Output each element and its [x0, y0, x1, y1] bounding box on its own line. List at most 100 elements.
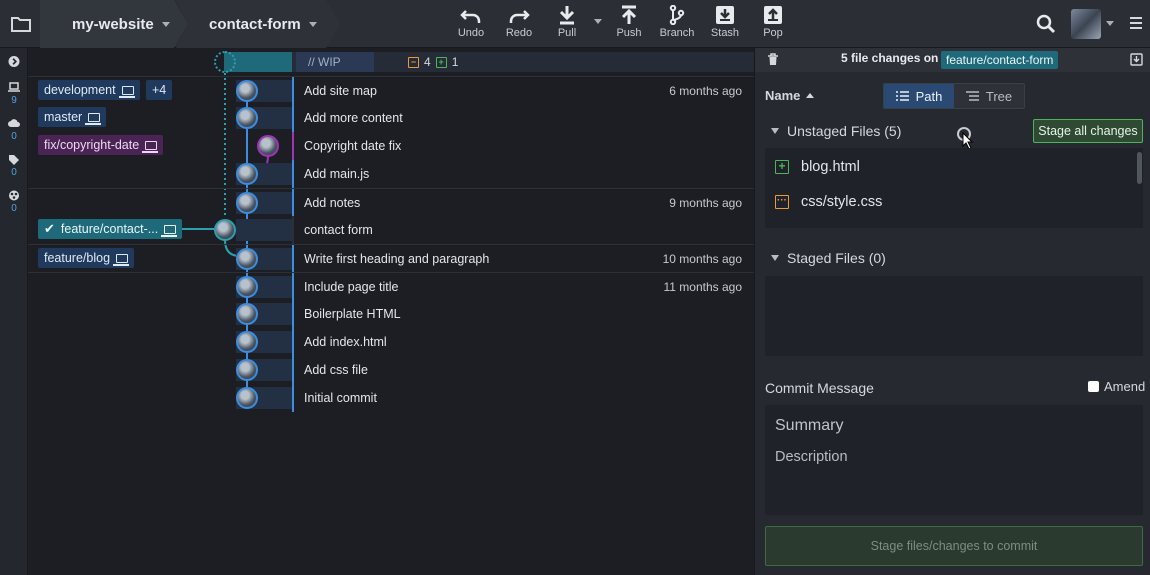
branch-label-master[interactable]: master — [38, 107, 107, 127]
commit-avatar[interactable] — [236, 248, 258, 270]
tags-button[interactable]: 0 — [0, 154, 28, 178]
undo-icon — [460, 10, 481, 23]
left-rail: 9 0 0 0 — [0, 48, 28, 575]
sort-ascending-icon — [806, 93, 815, 98]
branch-label-copyright-date[interactable]: fix/copyright-date — [38, 135, 164, 155]
commit-button[interactable]: Stage files/changes to commit — [765, 526, 1143, 566]
wip-row[interactable]: // WIP − 4 + 1 — [28, 48, 754, 76]
remotes-button[interactable]: 0 — [0, 118, 28, 142]
commit-time: 10 months ago — [662, 252, 742, 266]
push-label: Push — [616, 27, 642, 39]
trash-icon[interactable] — [767, 53, 779, 66]
amend-checkbox[interactable]: Amend — [1088, 379, 1145, 394]
description-input[interactable]: Description — [775, 449, 848, 465]
commit-message-text: Add site map — [304, 84, 377, 98]
commit-message: Add site map 6 months ago — [292, 77, 754, 105]
user-avatar[interactable] — [1071, 9, 1101, 39]
list-item[interactable]: + blog.html — [775, 152, 860, 182]
search-icon[interactable] — [1036, 14, 1056, 34]
file-name: blog.html — [801, 159, 860, 175]
undo-button[interactable]: Undo — [446, 5, 496, 45]
wip-node[interactable] — [214, 51, 236, 73]
staged-section-header[interactable]: Staged Files (0) — [771, 250, 886, 266]
commit-message: contact form — [292, 216, 754, 244]
commit-message-text: Add main.js — [304, 167, 370, 181]
download-icon[interactable] — [1130, 53, 1143, 66]
pull-button[interactable]: Pull — [542, 5, 592, 45]
table-row[interactable]: Include page title 11 months ago — [28, 272, 754, 301]
branch-icon — [669, 5, 685, 25]
sort-by-name[interactable]: Name — [765, 88, 815, 103]
pull-label: Pull — [557, 27, 577, 39]
table-row[interactable]: Add main.js — [28, 160, 754, 188]
expand-panel-button[interactable] — [0, 56, 28, 69]
commit-message: Initial commit — [292, 384, 754, 412]
commit-avatar[interactable] — [236, 276, 258, 298]
commit-avatar[interactable] — [236, 359, 258, 381]
more-branches-badge[interactable]: +4 — [146, 80, 173, 100]
list-item[interactable]: ··· css/style.css — [775, 187, 882, 217]
table-row[interactable]: Add index.html — [28, 328, 754, 356]
summary-input[interactable]: Summary — [775, 417, 843, 435]
pop-button[interactable]: Pop — [748, 5, 798, 45]
laptop-icon — [118, 85, 135, 98]
amend-label: Amend — [1104, 379, 1146, 394]
view-toggle: Path Tree — [883, 83, 1025, 109]
submodules-button[interactable]: 0 — [0, 190, 28, 214]
path-view-button[interactable]: Path — [884, 84, 954, 108]
commit-message-text: Add index.html — [304, 335, 387, 349]
commit-avatar[interactable] — [236, 387, 258, 409]
commit-avatar[interactable] — [236, 192, 258, 214]
table-row[interactable]: master Add more content — [28, 104, 754, 132]
table-row[interactable]: development +4 Add site map 6 months ago — [28, 76, 754, 105]
table-row[interactable]: Initial commit — [28, 384, 754, 412]
commit-avatar[interactable] — [236, 303, 258, 325]
branch-label-development[interactable]: development — [38, 80, 140, 100]
branch-button[interactable]: Branch — [652, 5, 702, 45]
chevron-down-icon[interactable] — [1106, 21, 1114, 26]
stage-all-button[interactable]: Stage all changes — [1033, 119, 1143, 143]
pop-icon — [764, 6, 782, 24]
modified-icon: − — [408, 56, 419, 68]
push-button[interactable]: Push — [604, 5, 654, 45]
commit-graph: // WIP − 4 + 1 development +4 Add site m… — [28, 48, 754, 575]
commit-avatar[interactable] — [236, 331, 258, 353]
repo-selector[interactable]: my-website — [72, 0, 170, 48]
table-row[interactable]: fix/copyright-date Copyright date fix — [28, 132, 754, 160]
commit-avatar[interactable] — [236, 107, 258, 129]
branch-selector[interactable]: contact-form — [209, 0, 317, 48]
commit-avatar[interactable] — [257, 135, 279, 157]
stash-icon — [716, 6, 734, 24]
table-row[interactable]: Boilerplate HTML — [28, 300, 754, 328]
tree-view-button[interactable]: Tree — [954, 84, 1024, 108]
commit-message: Add index.html — [292, 328, 754, 356]
tags-count: 0 — [11, 167, 17, 178]
modified-file-icon: ··· — [775, 195, 789, 209]
redo-label: Redo — [505, 27, 533, 39]
commit-avatar[interactable] — [236, 80, 258, 102]
sort-label: Name — [765, 88, 801, 103]
branch-label-text: master — [44, 110, 83, 124]
commit-avatar[interactable] — [236, 163, 258, 185]
checkbox[interactable] — [1088, 381, 1099, 392]
unstaged-files-list: + blog.html ··· css/style.css — [765, 148, 1143, 228]
panel-header: 5 file changes on feature/contact-form — [755, 48, 1150, 72]
redo-button[interactable]: Redo — [494, 5, 544, 45]
table-row[interactable]: feature/blog Write first heading and par… — [28, 244, 754, 273]
commit-message-text: Copyright date fix — [304, 139, 402, 153]
menu-icon[interactable] — [1130, 17, 1142, 29]
branch-label-blog[interactable]: feature/blog — [38, 248, 135, 268]
unstaged-section-header[interactable]: Unstaged Files (5) — [771, 123, 901, 139]
table-row[interactable]: Add css file — [28, 356, 754, 384]
table-row[interactable]: Add notes 9 months ago — [28, 188, 754, 217]
pull-options-chevron-icon[interactable] — [594, 19, 602, 24]
table-row[interactable]: ✔ feature/contact-... contact form — [28, 216, 754, 244]
wip-label: // WIP — [296, 52, 374, 72]
scrollbar[interactable] — [1137, 152, 1142, 184]
commit-message-text: Initial commit — [304, 391, 377, 405]
local-branches-button[interactable]: 9 — [0, 82, 28, 106]
branch-label-contact-form[interactable]: ✔ feature/contact-... — [38, 219, 183, 239]
folder-icon[interactable] — [6, 9, 36, 39]
stash-button[interactable]: Stash — [700, 5, 750, 45]
commit-avatar[interactable] — [214, 219, 236, 241]
